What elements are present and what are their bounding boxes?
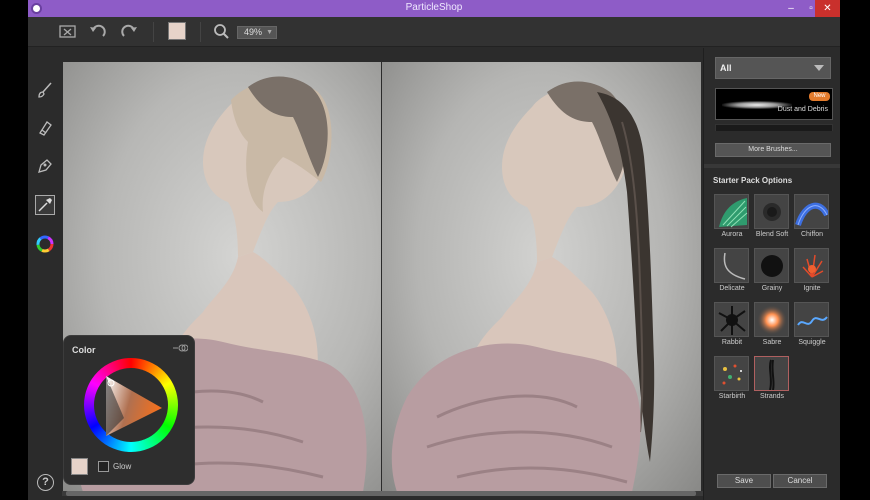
current-color-swatch[interactable]: [168, 22, 186, 40]
saturation-triangle-area[interactable]: [94, 368, 168, 442]
aurora-icon: [714, 194, 749, 229]
featured-brush-name: Dust and Debris: [777, 106, 828, 113]
new-badge: New: [809, 92, 830, 101]
redo-icon[interactable]: [119, 23, 139, 41]
color-wheel-icon[interactable]: [35, 234, 55, 254]
brush-rabbit[interactable]: Rabbit: [713, 302, 751, 352]
featured-brush-banner[interactable]: New Dust and Debris: [715, 88, 833, 120]
clear-canvas-icon[interactable]: [58, 23, 78, 41]
ignite-icon: [794, 248, 829, 283]
brush-category-value: All: [720, 63, 732, 73]
brush-pack-title: Starter Pack Options: [713, 176, 793, 185]
color-panel-title: Color: [72, 345, 96, 355]
strands-icon: [754, 356, 789, 391]
color-panel: Color Glow: [63, 335, 195, 485]
pen-tool-icon[interactable]: [35, 156, 55, 176]
tool-sidebar: ?: [28, 48, 62, 500]
hue-ring[interactable]: [84, 358, 178, 452]
app-window: ParticleShop – ▫ ✕ 49% ▼ ? Color Glow Al…: [28, 0, 840, 500]
blend-soft-icon: [754, 194, 789, 229]
rabbit-icon: [714, 302, 749, 337]
title-bar: ParticleShop – ▫ ✕: [28, 0, 840, 17]
zoom-icon[interactable]: [212, 23, 232, 41]
brush-squiggle[interactable]: Squiggle: [793, 302, 831, 352]
starbirth-icon: [714, 356, 749, 391]
brush-aurora[interactable]: Aurora: [713, 194, 751, 244]
help-button[interactable]: ?: [37, 474, 54, 491]
brush-sabre[interactable]: Sabre: [753, 302, 791, 352]
brush-label: Ignite: [803, 285, 821, 292]
undo-icon[interactable]: [88, 23, 108, 41]
brush-panel: All New Dust and Debris More Brushes... …: [703, 48, 840, 500]
brush-label: Squiggle: [798, 339, 826, 346]
featured-brush-banner-next[interactable]: [715, 124, 833, 131]
zoom-level-value: 49%: [244, 27, 263, 37]
brush-starbirth[interactable]: Starbirth: [713, 356, 751, 406]
close-button[interactable]: ✕: [815, 0, 840, 17]
brush-strands[interactable]: Strands: [753, 356, 791, 406]
brush-chiffon[interactable]: Chiffon: [793, 194, 831, 244]
brush-blend-soft[interactable]: Blend Soft: [753, 194, 791, 244]
panel-divider: [704, 164, 840, 168]
chiffon-icon: [794, 194, 829, 229]
squiggle-icon: [794, 302, 829, 337]
brush-category-dropdown[interactable]: All: [715, 57, 831, 79]
glow-label: Glow: [113, 462, 132, 471]
brush-grainy[interactable]: Grainy: [753, 248, 791, 298]
delicate-icon: [714, 248, 749, 283]
minimize-button[interactable]: –: [780, 0, 802, 17]
glow-checkbox[interactable]: [98, 461, 109, 472]
eraser-tool-icon[interactable]: [35, 118, 55, 138]
brush-label: Strands: [759, 393, 785, 400]
chevron-down-icon: [814, 65, 824, 71]
toolbar-divider: [200, 22, 201, 42]
panel-options-icon[interactable]: [172, 344, 189, 354]
cancel-button[interactable]: Cancel: [773, 474, 827, 488]
scrollbar-thumb[interactable]: [66, 491, 696, 496]
brush-ignite[interactable]: Ignite: [793, 248, 831, 298]
horizontal-scrollbar[interactable]: [62, 491, 703, 496]
toolbar: 49% ▼: [28, 17, 840, 47]
grainy-icon: [754, 248, 789, 283]
eyedropper-tool-icon[interactable]: [35, 195, 55, 215]
brush-label: Chiffon: [800, 231, 824, 238]
save-button[interactable]: Save: [717, 474, 771, 488]
sabre-icon: [754, 302, 789, 337]
zoom-level-select[interactable]: 49% ▼: [237, 26, 277, 39]
window-title: ParticleShop: [405, 2, 463, 13]
more-brushes-button[interactable]: More Brushes...: [715, 143, 831, 157]
chevron-down-icon: ▼: [266, 29, 273, 36]
edited-photo: [382, 62, 701, 492]
toolbar-divider: [153, 22, 154, 42]
current-color-chip[interactable]: [71, 458, 88, 475]
brush-tool-icon[interactable]: [35, 80, 55, 100]
brush-delicate[interactable]: Delicate: [713, 248, 751, 298]
